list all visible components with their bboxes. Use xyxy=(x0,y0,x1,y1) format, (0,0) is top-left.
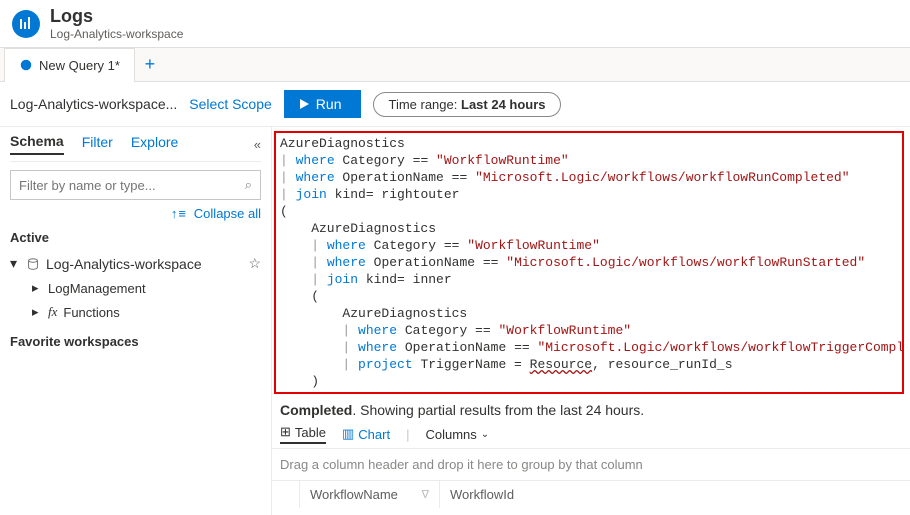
collapse-sidebar-icon[interactable]: « xyxy=(254,137,261,152)
tab-filter[interactable]: Filter xyxy=(82,134,113,154)
results-tab-chart[interactable]: ▥ Chart xyxy=(342,426,390,442)
query-editor[interactable]: AzureDiagnostics | where Category == "Wo… xyxy=(274,131,904,394)
result-column-headers: WorkflowName∇ WorkflowId xyxy=(272,480,910,508)
results-status: Completed. Showing partial results from … xyxy=(272,396,910,420)
play-icon xyxy=(298,98,310,110)
tab-label: New Query 1* xyxy=(39,58,120,73)
functions-node[interactable]: ▸ fx Functions xyxy=(10,300,261,324)
table-icon: ⊞ xyxy=(280,424,291,440)
fx-icon: fx xyxy=(48,304,57,320)
query-tabs: New Query 1* + xyxy=(0,48,910,82)
page-header: Logs Log-Analytics-workspace xyxy=(0,0,910,48)
select-scope-link[interactable]: Select Scope xyxy=(189,96,272,112)
page-title: Logs xyxy=(50,6,183,27)
caret-right-icon: ▸ xyxy=(32,304,42,320)
time-range-picker[interactable]: Time range: Last 24 hours xyxy=(373,92,560,117)
filter-icon[interactable]: ∇ xyxy=(422,488,429,501)
chart-icon: ▥ xyxy=(342,426,354,442)
tab-new-query-1[interactable]: New Query 1* xyxy=(4,48,135,82)
logs-icon xyxy=(12,10,40,38)
columns-dropdown[interactable]: Columns ⌄ xyxy=(425,427,489,442)
search-input[interactable] xyxy=(19,178,245,193)
run-button[interactable]: Run xyxy=(284,90,362,118)
database-icon xyxy=(26,257,40,271)
collapse-all-link[interactable]: ↑≡ Collapse all xyxy=(10,206,261,222)
column-workflowid[interactable]: WorkflowId xyxy=(440,481,524,508)
active-section-label: Active xyxy=(10,230,261,245)
column-workflowname[interactable]: WorkflowName∇ xyxy=(300,481,440,508)
star-icon[interactable]: ☆ xyxy=(248,255,261,272)
results-tab-table[interactable]: ⊞ Table xyxy=(280,424,326,444)
query-toolbar: Log-Analytics-workspace... Select Scope … xyxy=(0,82,910,127)
expand-column[interactable] xyxy=(272,481,300,508)
tab-schema[interactable]: Schema xyxy=(10,133,64,155)
schema-sidebar: Schema Filter Explore « ⌕ ↑≡ Collapse al… xyxy=(0,127,272,515)
caret-right-icon: ▸ xyxy=(32,280,42,296)
query-tab-icon xyxy=(19,58,33,72)
page-subtitle: Log-Analytics-workspace xyxy=(50,27,183,41)
add-tab-button[interactable]: + xyxy=(135,54,165,75)
search-icon: ⌕ xyxy=(245,177,252,193)
editor-pane: AzureDiagnostics | where Category == "Wo… xyxy=(272,127,910,515)
caret-down-icon: ▾ xyxy=(10,255,20,272)
logmanagement-node[interactable]: ▸ LogManagement xyxy=(10,276,261,300)
schema-search[interactable]: ⌕ xyxy=(10,170,261,200)
favorites-label: Favorite workspaces xyxy=(10,334,261,349)
tab-explore[interactable]: Explore xyxy=(131,134,178,154)
workspace-node[interactable]: ▾ Log-Analytics-workspace ☆ xyxy=(10,251,261,276)
scope-label: Log-Analytics-workspace... xyxy=(10,96,177,112)
group-by-hint[interactable]: Drag a column header and drop it here to… xyxy=(272,449,910,480)
chevron-down-icon: ⌄ xyxy=(481,429,489,440)
